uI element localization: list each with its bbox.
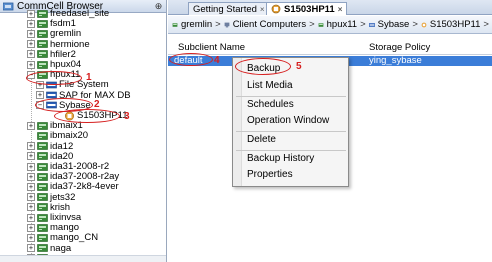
annotation-number: 5 (296, 61, 302, 72)
breadcrumb-separator: > (483, 19, 489, 30)
menu-separator (236, 96, 346, 97)
server-icon (37, 141, 50, 151)
expand-icon[interactable]: + (27, 50, 35, 59)
server-icon (37, 9, 50, 19)
expand-icon[interactable]: + (27, 29, 35, 38)
tab-s1503hp11[interactable]: S1503HP11 × (266, 2, 348, 15)
expand-icon[interactable]: + (27, 60, 35, 69)
breadcrumb-item[interactable]: gremlin (181, 19, 212, 30)
annotation-number: 4 (214, 55, 220, 66)
server-icon (318, 22, 324, 27)
context-menu: Backup List Media Schedules Operation Wi… (232, 57, 349, 187)
expand-icon[interactable]: + (27, 162, 35, 171)
tab-label: Getting Started (193, 3, 257, 15)
server-icon (37, 213, 50, 223)
annotation-ellipse (26, 71, 82, 85)
expand-icon[interactable]: + (27, 223, 35, 232)
commcell-icon (3, 2, 14, 10)
menu-item-schedules[interactable]: Schedules (247, 98, 294, 112)
expand-icon[interactable]: + (27, 142, 35, 151)
breadcrumb-item[interactable]: Sybase (378, 19, 410, 30)
server-icon (37, 121, 50, 131)
client-computers-icon (224, 22, 230, 27)
breadcrumb-separator: > (309, 19, 315, 30)
annotation-number: 3 (124, 111, 130, 122)
expand-icon[interactable]: + (27, 182, 35, 191)
expand-icon[interactable]: + (27, 172, 35, 181)
expand-icon[interactable]: + (27, 233, 35, 242)
instance-icon (421, 22, 427, 27)
expand-icon[interactable]: + (27, 152, 35, 161)
breadcrumb-item[interactable]: S1503HP11 (430, 19, 481, 30)
menu-item-delete[interactable]: Delete (247, 133, 276, 147)
server-icon (37, 202, 50, 212)
column-header-subclient[interactable]: Subclient Name (178, 42, 245, 53)
server-icon (37, 243, 50, 253)
annotation-ellipse (54, 109, 120, 123)
server-icon (37, 131, 50, 141)
menu-item-operation-window[interactable]: Operation Window (247, 114, 329, 128)
server-icon (37, 19, 50, 29)
expand-icon[interactable]: + (27, 193, 35, 202)
pin-icon[interactable]: ⊕ (154, 1, 163, 12)
server-icon (37, 39, 50, 49)
server-icon (37, 233, 50, 243)
server-icon (37, 60, 50, 70)
annotation-number: 1 (86, 72, 92, 83)
server-icon (37, 151, 50, 161)
column-header-storage-policy[interactable]: Storage Policy (369, 42, 430, 53)
menu-separator (236, 150, 346, 151)
tab-strip: Getting Started × S1503HP11 × (168, 0, 492, 15)
breadcrumb-separator: > (360, 19, 366, 30)
commcell-browser-pane: CommCell Browser ⊕ + freedasel_site + fsdm1… (0, 0, 167, 262)
expand-icon[interactable]: + (27, 9, 35, 18)
commserve-icon (172, 22, 178, 27)
server-icon (37, 162, 50, 172)
close-icon[interactable]: × (338, 5, 343, 14)
breadcrumb-item[interactable]: Client Computers (233, 19, 306, 30)
close-icon[interactable]: × (260, 5, 265, 14)
breadcrumb-item[interactable]: hpux11 (327, 19, 357, 30)
tab-getting-started[interactable]: Getting Started × (188, 2, 270, 15)
server-icon (37, 29, 50, 39)
server-icon (37, 192, 50, 202)
table-header: Subclient Name Storage Policy (168, 41, 492, 55)
breadcrumb: gremlin > Client Computers > hpux11 > Sy… (168, 16, 492, 34)
expand-icon[interactable]: + (27, 213, 35, 222)
server-icon (37, 223, 50, 233)
breadcrumb-separator: > (412, 19, 418, 30)
menu-item-backup-history[interactable]: Backup History (247, 152, 314, 166)
annotation-ellipse (235, 58, 291, 75)
server-icon (37, 182, 50, 192)
expand-icon[interactable]: + (27, 121, 35, 130)
expand-icon[interactable]: + (27, 203, 35, 212)
breadcrumb-separator: > (215, 19, 221, 30)
annotation-ellipse (169, 53, 213, 66)
menu-item-list-media[interactable]: List Media (247, 79, 293, 93)
expand-icon[interactable]: + (27, 244, 35, 253)
tab-label: S1503HP11 (284, 3, 335, 15)
server-icon (37, 172, 50, 182)
instance-icon (271, 4, 281, 14)
horizontal-scrollbar[interactable] (0, 255, 166, 262)
menu-gutter (233, 58, 242, 186)
menu-separator (236, 131, 346, 132)
expand-icon[interactable]: + (27, 19, 35, 28)
server-icon (37, 49, 50, 59)
agent-icon (368, 22, 375, 27)
storage-policy-cell: ying_sybase (369, 55, 422, 66)
menu-item-properties[interactable]: Properties (247, 168, 293, 182)
expand-icon[interactable]: + (36, 91, 44, 100)
expand-icon[interactable]: + (27, 40, 35, 49)
